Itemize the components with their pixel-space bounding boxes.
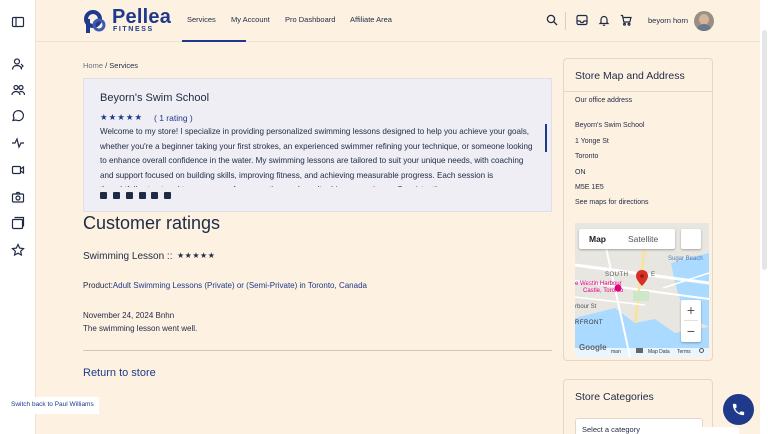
nav-affiliate-area[interactable]: Affiliate Area: [350, 15, 392, 24]
store-description: Welcome to my store! I specialize in pro…: [100, 127, 533, 187]
map-label: E: [651, 272, 656, 278]
map-terms-link[interactable]: Terms: [677, 349, 691, 355]
nav-my-account[interactable]: My Account: [231, 15, 270, 24]
switch-back-button[interactable]: Switch back to Paul Williams: [6, 397, 99, 414]
store-rating-stars: ★★★★★: [100, 112, 144, 122]
nav-services[interactable]: Services: [187, 15, 216, 24]
facebook-icon[interactable]: [126, 192, 133, 199]
breadcrumb-current: Services: [109, 61, 139, 70]
page-scrollbar[interactable]: [760, 0, 768, 434]
store-map[interactable]: Map Satellite Sugar Beach SOUTH E e West…: [575, 223, 709, 357]
sidebar-toggle-icon[interactable]: [11, 15, 25, 29]
store-rating-count[interactable]: ( 1 rating ): [154, 113, 193, 123]
gallery-icon[interactable]: [11, 216, 25, 230]
review-text: The swimming lesson went well.: [83, 324, 198, 333]
breadcrumb-home[interactable]: Home: [83, 61, 103, 70]
report-icon[interactable]: [699, 348, 704, 353]
left-icon-bar: [0, 0, 36, 434]
map-tab-satellite[interactable]: Satellite: [628, 234, 658, 244]
pellea-logo-icon[interactable]: [83, 9, 109, 35]
address-line: Beyorn's Swim School: [575, 122, 645, 129]
store-categories-title: Store Categories: [575, 391, 654, 403]
map-label: rbour St: [575, 304, 597, 310]
username[interactable]: beyorn horn: [648, 16, 688, 25]
users-icon[interactable]: [11, 83, 25, 97]
map-data-link[interactable]: Map Data: [648, 349, 670, 355]
search-icon[interactable]: [546, 14, 558, 26]
review-stars: ★★★★★: [177, 251, 216, 260]
product-link[interactable]: Adult Swimming Lessons (Private) or (Sem…: [113, 281, 367, 290]
category-select[interactable]: Select a category: [575, 418, 703, 434]
map-label: RFRONT: [575, 320, 603, 326]
store-info-card: Beyorn's Swim School ★★★★★ ( 1 rating ) …: [83, 78, 552, 212]
top-navigation: Pellea FITNESS Services My Account Pro D…: [36, 0, 760, 42]
pinterest-icon[interactable]: [164, 192, 171, 199]
cart-icon[interactable]: [620, 14, 632, 26]
video-icon[interactable]: [11, 163, 25, 177]
nav-pro-dashboard[interactable]: Pro Dashboard: [285, 15, 335, 24]
customer-ratings-title: Customer ratings: [83, 213, 221, 233]
instagram-icon[interactable]: [113, 192, 120, 199]
address-line: Toronto: [575, 153, 599, 160]
product-prefix: Product:: [83, 281, 113, 290]
description-scrollbar[interactable]: [545, 124, 547, 152]
bell-icon[interactable]: [598, 14, 610, 26]
map-label: Castle, Toronto: [583, 288, 624, 294]
store-categories-card: Store Categories Select a category: [563, 379, 713, 434]
chat-icon[interactable]: [11, 109, 25, 123]
phone-icon: [732, 403, 745, 416]
zoom-in-button[interactable]: +: [681, 300, 701, 320]
scrollbar-thumb[interactable]: [762, 30, 767, 270]
store-name: Beyorn's Swim School: [100, 92, 210, 104]
keyboard-icon[interactable]: [636, 348, 643, 353]
nav-divider: [565, 12, 566, 30]
address-line: M5E 1E5: [575, 184, 604, 191]
camera-icon[interactable]: [11, 190, 25, 204]
avatar[interactable]: [694, 11, 714, 31]
inbox-icon[interactable]: [576, 14, 588, 26]
fullscreen-button[interactable]: [681, 229, 701, 249]
user-icon[interactable]: [11, 57, 25, 71]
nav-active-indicator: [182, 40, 246, 42]
office-address-label: Our office address: [575, 97, 633, 104]
brand-name[interactable]: Pellea: [112, 7, 171, 27]
map-footer-text: man: [611, 349, 621, 355]
map-tab-map[interactable]: Map: [589, 234, 606, 244]
call-button[interactable]: [723, 394, 754, 425]
category-select-value: Select a category: [582, 425, 640, 434]
address-line: ON: [575, 169, 586, 176]
floating-tab[interactable]: [691, 427, 739, 434]
directions-link[interactable]: See maps for directions: [575, 199, 649, 206]
zoom-out-button[interactable]: −: [681, 321, 701, 341]
review-lesson-title: Swimming Lesson ::: [83, 251, 173, 262]
brand-subtitle: FITNESS: [113, 26, 154, 33]
review-product: Product:Adult Swimming Lessons (Private)…: [83, 281, 367, 290]
youtube-icon[interactable]: [151, 192, 158, 199]
divider: [83, 350, 552, 351]
store-map-title: Store Map and Address: [575, 70, 685, 82]
store-map-card: Store Map and Address Our office address…: [563, 58, 713, 361]
zoom-controls: + −: [681, 300, 701, 342]
activity-icon[interactable]: [11, 136, 25, 150]
google-logo: Google: [579, 343, 607, 352]
star-icon[interactable]: [11, 243, 25, 257]
review-date: November 24, 2024 Bnhn: [83, 311, 175, 320]
address-line: 1 Yonge St: [575, 138, 609, 145]
breadcrumb: Home / Services: [83, 61, 138, 70]
map-label: e Westin Harbour: [575, 281, 622, 287]
twitter-icon[interactable]: [100, 192, 107, 199]
map-type-tabs: Map Satellite: [579, 229, 675, 249]
linkedin-icon[interactable]: [139, 192, 146, 199]
card-divider: [564, 91, 712, 92]
return-to-store-link[interactable]: Return to store: [83, 367, 156, 379]
map-label: Sugar Beach: [668, 256, 703, 262]
map-label: SOUTH: [605, 272, 629, 278]
